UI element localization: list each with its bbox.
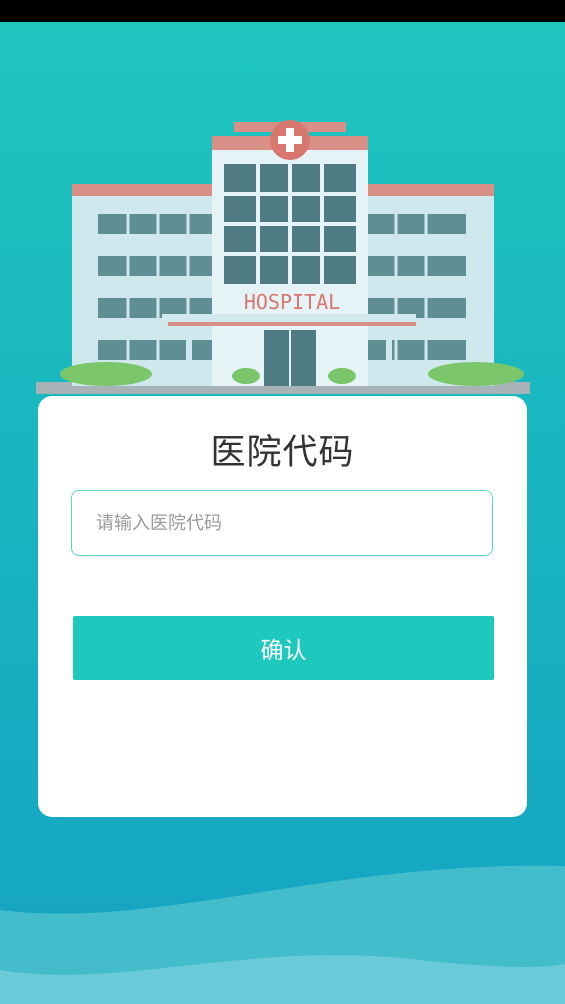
hospital-sign-text: HOSPITAL — [244, 290, 340, 314]
hospital-code-input[interactable] — [71, 490, 493, 556]
hospital-building-icon: HOSPITAL — [36, 120, 530, 394]
background-waves — [0, 865, 565, 1004]
status-bar — [0, 0, 565, 22]
login-screen: HOSPITAL 医院代码 确认 — [0, 0, 565, 1004]
hospital-code-card: 医院代码 确认 — [38, 396, 527, 817]
confirm-button[interactable]: 确认 — [73, 616, 494, 680]
card-title: 医院代码 — [210, 433, 355, 473]
